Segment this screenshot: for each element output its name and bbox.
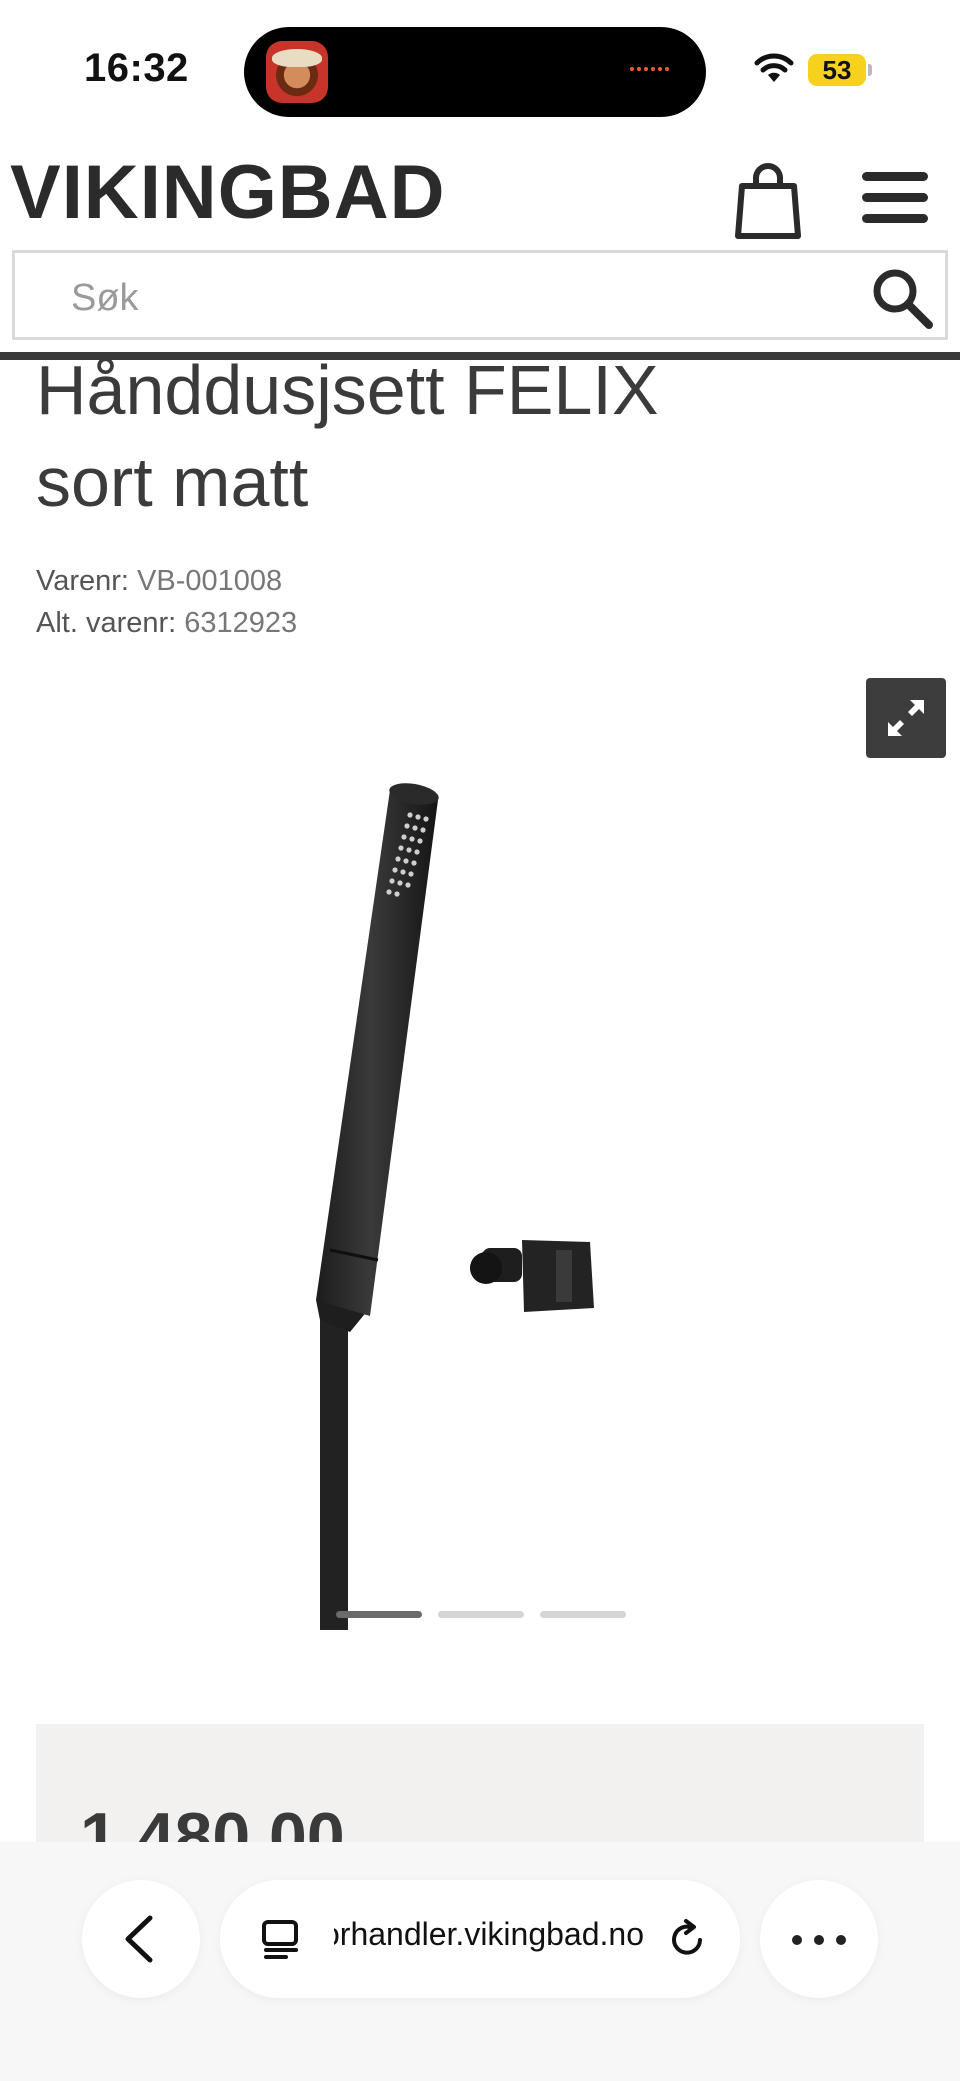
more-dot — [814, 1935, 824, 1945]
carousel-dot-1[interactable] — [336, 1611, 422, 1618]
now-playing-artwork — [266, 41, 328, 103]
chevron-left-icon — [125, 1915, 153, 1963]
search-icon[interactable] — [869, 265, 935, 331]
url-text[interactable]: forhandler.vikingbad.no — [334, 1916, 644, 1953]
image-carousel-indicator[interactable] — [336, 1611, 626, 1618]
search-bar[interactable] — [12, 250, 948, 340]
status-time: 16:32 — [84, 46, 189, 90]
product-price: 1 480,00 — [80, 1799, 345, 1844]
reload-icon[interactable] — [666, 1918, 710, 1962]
more-dot — [836, 1935, 846, 1945]
more-options-button[interactable] — [760, 1880, 878, 1998]
expand-image-button[interactable] — [866, 678, 946, 758]
product-title-line-2: sort matt — [36, 443, 309, 521]
battery-tip — [868, 64, 872, 76]
status-bar: 16:32 53 — [0, 0, 960, 140]
carousel-dot-3[interactable] — [540, 1611, 626, 1618]
expand-icon — [888, 700, 924, 736]
alt-sku-row: Alt. varenr: 6312923 — [36, 602, 297, 644]
dynamic-island[interactable] — [244, 27, 706, 117]
alt-sku-label: Alt. varenr: — [36, 607, 177, 639]
page-menu-icon[interactable] — [260, 1918, 302, 1960]
sku-label: Varenr: — [36, 565, 129, 597]
more-dot — [792, 1935, 802, 1945]
browser-toolbar: forhandler.vikingbad.no — [0, 1842, 960, 2081]
wifi-icon — [754, 53, 794, 82]
hamburger-menu-icon[interactable] — [862, 172, 930, 228]
sku-row: Varenr: VB-001008 — [36, 560, 297, 602]
carousel-dot-2[interactable] — [438, 1611, 524, 1618]
price-panel: 1 480,00 — [36, 1724, 924, 1844]
sku-value: VB-001008 — [137, 565, 283, 597]
product-title-line-1: Hånddusjsett FELIX — [36, 351, 659, 429]
address-bar[interactable]: forhandler.vikingbad.no — [220, 1880, 740, 1998]
site-logo[interactable]: VIKINGBAD — [10, 148, 445, 238]
audio-activity-icon — [630, 67, 669, 71]
header-divider — [0, 352, 960, 360]
back-button[interactable] — [82, 1880, 200, 1998]
alt-sku-value: 6312923 — [184, 607, 298, 639]
product-meta: Varenr: VB-001008 Alt. varenr: 6312923 — [36, 560, 297, 644]
product-title: Hånddusjsett FELIX sort matt — [36, 344, 916, 528]
battery-indicator: 53 — [808, 54, 866, 86]
cart-icon[interactable] — [734, 160, 802, 240]
product-image[interactable] — [290, 760, 630, 1630]
search-input[interactable] — [71, 271, 831, 325]
